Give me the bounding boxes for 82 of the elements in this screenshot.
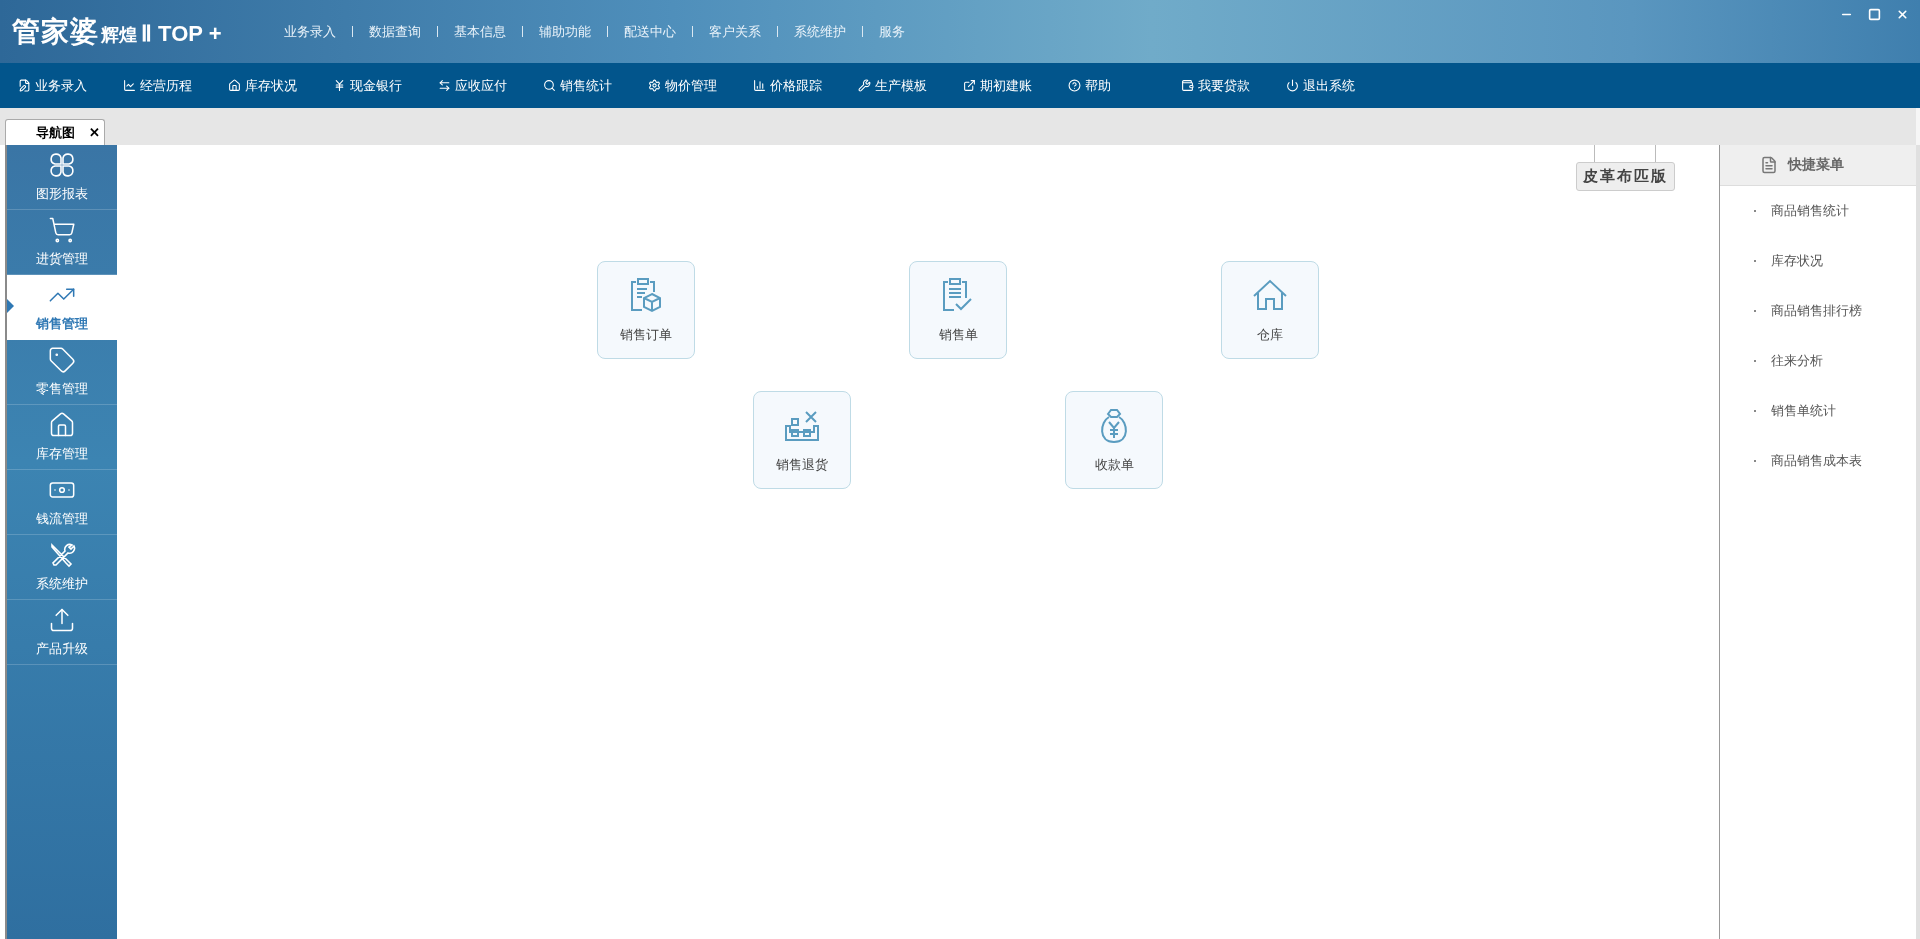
quick-menu-item[interactable]: 商品销售统计 bbox=[1720, 186, 1916, 236]
quick-menu-item[interactable]: 库存状况 bbox=[1720, 236, 1916, 286]
menu-item[interactable]: 业务录入 bbox=[267, 22, 352, 41]
house-icon bbox=[228, 79, 241, 92]
toolbar-button[interactable]: 价格跟踪 bbox=[753, 76, 822, 95]
arrows-icon bbox=[438, 79, 451, 92]
quick-menu-label: 往来分析 bbox=[1771, 352, 1823, 370]
wrench-icon bbox=[858, 79, 871, 92]
edition-sign: 皮革布匹版 bbox=[1575, 162, 1675, 191]
quick-menu-item[interactable]: 往来分析 bbox=[1720, 336, 1916, 386]
bar-chart-icon bbox=[753, 79, 766, 92]
tab-label: 导航图 bbox=[36, 123, 75, 142]
external-link-icon bbox=[963, 79, 976, 92]
nav-card[interactable]: 销售订单 bbox=[597, 261, 695, 359]
toolbar-button[interactable]: 我要贷款 bbox=[1181, 76, 1250, 95]
quick-menu-label: 库存状况 bbox=[1771, 252, 1823, 270]
card-label: 仓库 bbox=[1257, 326, 1283, 344]
menu-item[interactable]: 基本信息 bbox=[437, 22, 522, 41]
card-label: 收款单 bbox=[1094, 456, 1134, 474]
quick-menu-label: 商品销售成本表 bbox=[1771, 452, 1862, 470]
close-button[interactable]: ✕ bbox=[89, 125, 100, 140]
quick-menu-label: 商品销售排行榜 bbox=[1771, 302, 1862, 320]
document-icon bbox=[1760, 156, 1778, 174]
toolbar-button[interactable]: 销售统计 bbox=[543, 76, 612, 95]
toolbar-button[interactable]: 经营历程 bbox=[123, 76, 192, 95]
toolbar-button[interactable]: 业务录入 bbox=[18, 76, 87, 95]
house-icon bbox=[48, 411, 76, 439]
sidebar-item[interactable]: 零售管理 bbox=[7, 340, 117, 405]
toolbar-button[interactable]: 退出系统 bbox=[1286, 76, 1355, 95]
sidebar-item[interactable]: 库存管理 bbox=[7, 405, 117, 470]
yen-icon bbox=[333, 79, 346, 92]
sidebar-item[interactable]: 销售管理 bbox=[7, 275, 117, 340]
quick-menu-label: 销售单统计 bbox=[1771, 402, 1836, 420]
settings-icon bbox=[648, 79, 661, 92]
quick-menu-item[interactable]: 商品销售成本表 bbox=[1720, 436, 1916, 486]
search-icon bbox=[543, 79, 556, 92]
help-icon bbox=[1068, 79, 1081, 92]
pointer-icon bbox=[7, 299, 14, 313]
sidebar-label: 零售管理 bbox=[36, 380, 88, 398]
sidebar-label: 产品升级 bbox=[36, 640, 88, 658]
file-edit-icon bbox=[18, 79, 31, 92]
app-logo: 管家婆辉煌 Ⅱ TOP + bbox=[12, 13, 222, 50]
power-icon bbox=[1286, 79, 1299, 92]
sidebar-label: 进货管理 bbox=[36, 250, 88, 268]
sidebar-label: 系统维护 bbox=[36, 575, 88, 593]
sidebar-item[interactable]: 系统维护 bbox=[7, 535, 117, 600]
card-label: 销售订单 bbox=[620, 326, 672, 344]
upload-icon bbox=[48, 606, 76, 634]
sidebar-item[interactable]: 钱流管理 bbox=[7, 470, 117, 535]
tools-icon bbox=[48, 541, 76, 569]
wallet-icon bbox=[1181, 79, 1194, 92]
nav-card[interactable]: 销售退货 bbox=[753, 391, 851, 489]
sidebar-label: 图形报表 bbox=[36, 185, 88, 203]
toolbar-button[interactable]: 库存状况 bbox=[228, 76, 297, 95]
line-chart-icon bbox=[123, 79, 136, 92]
quick-menu-item[interactable]: 销售单统计 bbox=[1720, 386, 1916, 436]
nav-card[interactable]: 销售单 bbox=[909, 261, 1007, 359]
card-label: 销售单 bbox=[938, 326, 978, 344]
menu-item[interactable]: 数据查询 bbox=[352, 22, 437, 41]
sidebar-item[interactable]: 产品升级 bbox=[7, 600, 117, 665]
tag-icon bbox=[48, 346, 76, 374]
toolbar-button[interactable]: 生产模板 bbox=[858, 76, 927, 95]
nav-card[interactable]: 仓库 bbox=[1221, 261, 1319, 359]
toolbar-button[interactable]: 帮助 bbox=[1068, 76, 1111, 95]
clover-icon bbox=[48, 151, 76, 179]
sidebar-label: 库存管理 bbox=[36, 445, 88, 463]
sidebar-label: 钱流管理 bbox=[36, 510, 88, 528]
panel-title: 快捷菜单 bbox=[1788, 156, 1844, 174]
tab[interactable]: 导航图 ✕ bbox=[5, 119, 105, 145]
toolbar-button[interactable]: 应收应付 bbox=[438, 76, 507, 95]
quick-menu-label: 商品销售统计 bbox=[1771, 202, 1849, 220]
sidebar-label: 销售管理 bbox=[36, 315, 88, 333]
quick-menu-item[interactable]: 商品销售排行榜 bbox=[1720, 286, 1916, 336]
sidebar-item[interactable]: 图形报表 bbox=[7, 145, 117, 210]
maximize-icon[interactable] bbox=[1866, 6, 1882, 22]
nav-card[interactable]: 收款单 bbox=[1065, 391, 1163, 489]
menu-item[interactable]: 辅助功能 bbox=[522, 22, 607, 41]
cart-icon bbox=[48, 216, 76, 244]
toolbar-button[interactable]: 现金银行 bbox=[333, 76, 402, 95]
toolbar-button[interactable]: 物价管理 bbox=[648, 76, 717, 95]
toolbar-button[interactable]: 期初建账 bbox=[963, 76, 1032, 95]
card-label: 销售退货 bbox=[776, 456, 828, 474]
